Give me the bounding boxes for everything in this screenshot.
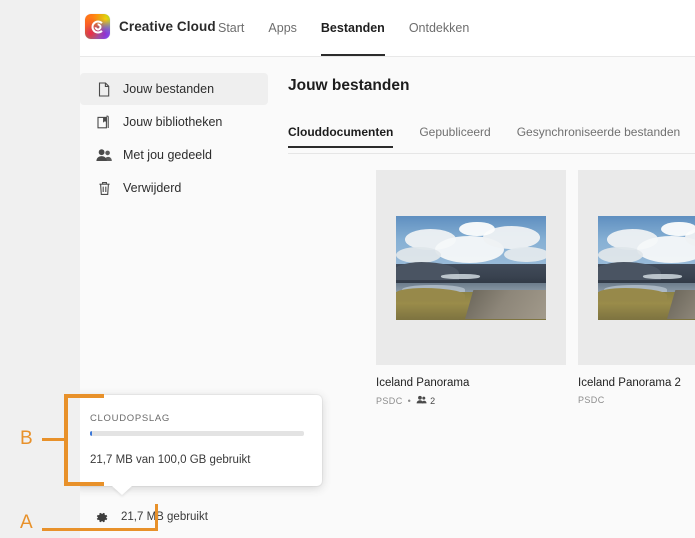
- sidebar-list: Jouw bestanden Jouw bibliotheken Met jou…: [80, 73, 268, 204]
- header-nav: Start Apps Bestanden Ontdekken: [218, 0, 469, 56]
- page-title: Jouw bestanden: [288, 77, 410, 94]
- file-title: Iceland Panorama: [376, 377, 470, 389]
- meta-separator: •: [407, 395, 412, 406]
- storage-progress-bar: [90, 431, 304, 436]
- people-icon: [416, 395, 427, 406]
- brand-name: Creative Cloud: [119, 19, 216, 34]
- creative-cloud-logo-icon: [85, 14, 110, 39]
- file-type: PSDC: [578, 395, 605, 405]
- tooltip-usage-text: 21,7 MB van 100,0 GB gebruikt: [90, 454, 251, 466]
- sidebar-item-label: Verwijderd: [123, 181, 182, 195]
- file-thumbnail[interactable]: [376, 170, 566, 365]
- sidebar-item-verwijderd[interactable]: Verwijderd: [80, 172, 268, 204]
- file-meta: PSDC • 2: [376, 395, 566, 406]
- shared-count: 2: [416, 395, 435, 406]
- annotation-marker-b: B: [20, 428, 33, 449]
- sidebar-item-label: Met jou gedeeld: [123, 148, 212, 162]
- status-bar: CLOUDOPSLAG 21,7 MB van 100,0 GB gebruik…: [80, 395, 695, 538]
- iceland-panorama-photo: [396, 215, 546, 320]
- annotation-b-bottom-arm: [64, 482, 104, 486]
- main-content: Jouw bestanden Clouddocumenten Gepublice…: [276, 57, 695, 538]
- nav-item-ontdekken[interactable]: Ontdekken: [409, 0, 469, 56]
- trash-icon: [96, 180, 112, 196]
- sidebar-item-label: Jouw bestanden: [123, 82, 215, 96]
- sidebar-item-label: Jouw bibliotheken: [123, 115, 223, 129]
- file-meta: PSDC: [578, 395, 695, 405]
- nav-item-apps[interactable]: Apps: [268, 0, 297, 56]
- brand: Creative Cloud: [85, 14, 216, 39]
- tab-gepubliceerd[interactable]: Gepubliceerd: [419, 125, 490, 148]
- annotation-a-line: [42, 528, 158, 531]
- iceland-panorama-photo: [598, 215, 695, 320]
- storage-progress-fill: [90, 431, 92, 436]
- tabs-divider: [288, 153, 695, 154]
- tab-clouddocumenten[interactable]: Clouddocumenten: [288, 125, 394, 148]
- sidebar-item-met-jou-gedeeld[interactable]: Met jou gedeeld: [80, 139, 268, 171]
- nav-item-start[interactable]: Start: [218, 0, 244, 56]
- tab-gesynchroniseerde-bestanden[interactable]: Gesynchroniseerde bestanden: [517, 125, 680, 148]
- annotation-a-tick: [155, 504, 158, 531]
- status-usage-text: 21,7 MB gebruikt: [121, 511, 208, 523]
- file-card-grid: Iceland Panorama PSDC • 2 Iceland Panora…: [376, 170, 695, 406]
- file-card[interactable]: Iceland Panorama 2 PSDC: [578, 170, 695, 406]
- tooltip-label: CLOUDOPSLAG: [90, 413, 171, 424]
- app-header: Creative Cloud Start Apps Bestanden Ontd…: [80, 0, 695, 57]
- libraries-icon: [96, 114, 112, 130]
- people-icon: [96, 147, 112, 163]
- annotation-b-pointer: [42, 438, 66, 441]
- shared-count-value: 2: [430, 395, 436, 406]
- creative-cloud-app-window: Creative Cloud Start Apps Bestanden Ontd…: [80, 0, 695, 538]
- file-card[interactable]: Iceland Panorama PSDC • 2: [376, 170, 566, 406]
- file-thumbnail[interactable]: [578, 170, 695, 365]
- nav-item-bestanden[interactable]: Bestanden: [320, 0, 385, 56]
- cloud-storage-tooltip: CLOUDOPSLAG 21,7 MB van 100,0 GB gebruik…: [80, 395, 322, 486]
- gear-icon[interactable]: [94, 510, 109, 525]
- annotation-marker-a: A: [20, 512, 33, 533]
- content-tabs: Clouddocumenten Gepubliceerd Gesynchroni…: [288, 125, 695, 155]
- sidebar-item-jouw-bestanden[interactable]: Jouw bestanden: [80, 73, 268, 105]
- annotation-b-top-arm: [64, 394, 104, 398]
- file-title: Iceland Panorama 2: [578, 377, 681, 389]
- file-type: PSDC: [376, 395, 403, 406]
- document-icon: [96, 81, 112, 97]
- sidebar-item-jouw-bibliotheken[interactable]: Jouw bibliotheken: [80, 106, 268, 138]
